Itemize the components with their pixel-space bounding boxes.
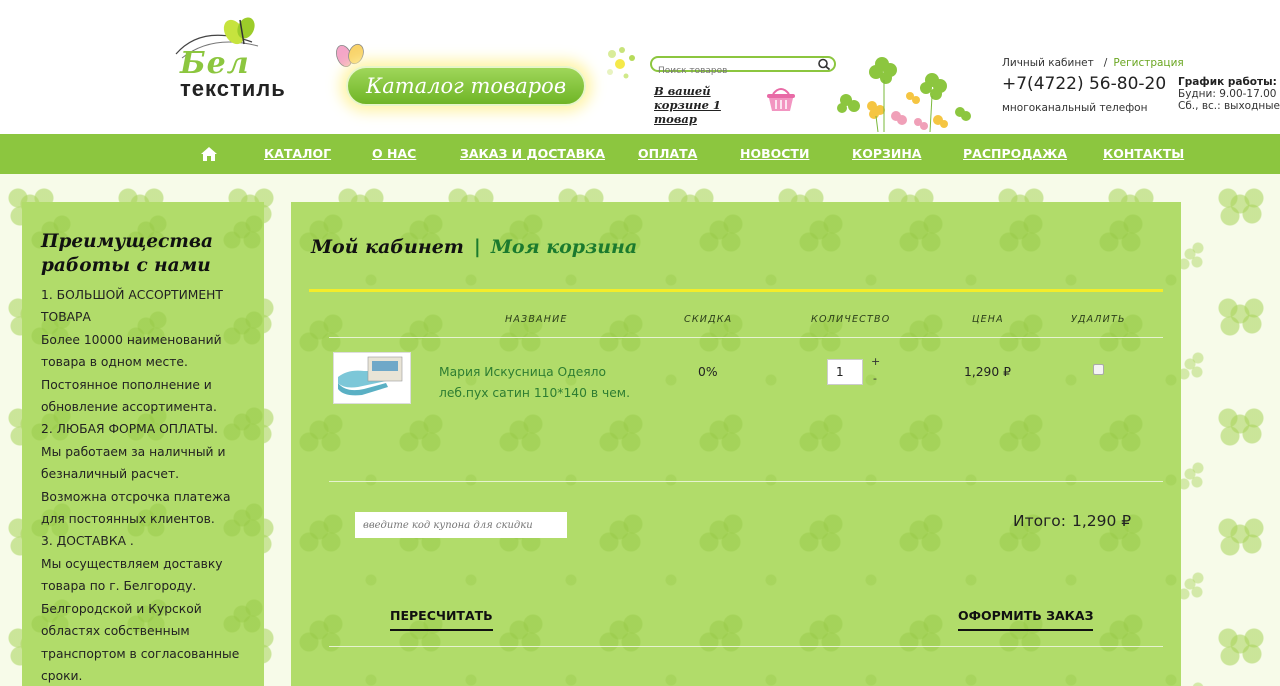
breadcrumb-cart: Моя корзина: [490, 236, 638, 258]
column-header-discount: СКИДКА: [684, 314, 733, 325]
table-divider: [329, 481, 1163, 482]
checkout-button[interactable]: ОФОРМИТЬ ЗАКАЗ: [958, 608, 1094, 631]
account-link[interactable]: Личный кабинет: [1002, 57, 1094, 69]
table-divider: [329, 337, 1163, 338]
main-nav: КАТАЛОГ О НАС ЗАКАЗ И ДОСТАВКА ОПЛАТА НО…: [0, 134, 1280, 174]
sidebar-line: товара в одном месте.: [41, 355, 188, 370]
sidebar-line: областях собственным: [41, 624, 190, 639]
schedule-weekdays: Будни: 9.00-17.00: [1178, 88, 1277, 100]
sidebar-line: товара по г. Белгороду.: [41, 579, 197, 594]
quantity-decrease-button[interactable]: -: [873, 372, 877, 385]
search-box: [650, 56, 836, 77]
decorative-dots-icon: [607, 47, 635, 79]
sidebar-line: Постоянное пополнение и: [41, 377, 212, 392]
sidebar-line: сроки.: [41, 668, 83, 683]
nav-item-payment[interactable]: ОПЛАТА: [638, 146, 697, 161]
advantages-sidebar: Преимущества работы с нами 1. БОЛЬШОЙ АС…: [22, 202, 264, 686]
sidebar-line: для постоянных клиентов.: [41, 512, 215, 527]
sidebar-line: ТОВАРА: [41, 310, 91, 325]
sidebar-line: 1. БОЛЬШОЙ АССОРТИМЕНТ: [41, 288, 223, 302]
total-value: 1,290 ₽: [1071, 512, 1132, 530]
nav-item-catalog[interactable]: КАТАЛОГ: [264, 146, 331, 161]
site-header: Бел текстиль Каталог товаров В вашей кор…: [0, 0, 1280, 134]
logo-text-bottom: текстиль: [180, 76, 286, 101]
account-links: Личный кабинет / Регистрация: [1002, 57, 1184, 69]
basket-icon[interactable]: [764, 84, 798, 114]
catalog-button[interactable]: Каталог товаров: [346, 66, 586, 106]
sidebar-line: безналичный расчет.: [41, 467, 180, 482]
nav-item-delivery[interactable]: ЗАКАЗ И ДОСТАВКА: [460, 146, 605, 161]
heading-divider: [309, 289, 1163, 292]
column-header-delete: УДАЛИТЬ: [1071, 314, 1126, 325]
work-schedule: График работы: Будни: 9.00-17.00 Сб., вс…: [1178, 76, 1280, 112]
account-separator: /: [1103, 57, 1108, 69]
product-image[interactable]: [333, 352, 411, 404]
cart-panel: Мой кабинет | Моя корзина НАЗВАНИЕ СКИДКА …: [291, 202, 1181, 686]
schedule-weekend: Сб., вс.: выходные: [1178, 100, 1280, 112]
table-divider: [329, 646, 1163, 647]
sidebar-line: Мы работаем за наличный и: [41, 444, 226, 459]
schedule-title: График работы:: [1178, 76, 1277, 88]
search-input[interactable]: [652, 65, 812, 77]
register-link[interactable]: Регистрация: [1113, 57, 1183, 69]
sidebar-line: 2. ЛЮБАЯ ФОРМА ОПЛАТЫ.: [41, 422, 218, 437]
recalculate-button[interactable]: ПЕРЕСЧИТАТЬ: [390, 608, 493, 631]
product-price: 1,290 ₽: [964, 365, 1011, 379]
sidebar-line: Мы осуществляем доставку: [41, 556, 223, 571]
home-icon[interactable]: [200, 146, 218, 162]
phone-note: многоканальный телефон: [1002, 102, 1148, 114]
phone-number: +7(4722) 56-80-20: [1002, 74, 1167, 94]
site-logo[interactable]: Бел текстиль: [172, 14, 302, 104]
column-header-name: НАЗВАНИЕ: [505, 314, 568, 325]
sidebar-line: Белгородской и Курской: [41, 601, 202, 616]
sidebar-text: 1. БОЛЬШОЙ АССОРТИМЕНТ ТОВАРА Более 1000…: [41, 284, 246, 686]
sidebar-line: транспортом в согласованные: [41, 646, 240, 661]
column-header-quantity: КОЛИЧЕСТВО: [811, 314, 891, 325]
sidebar-line: Более 10000 наименований: [41, 332, 222, 347]
nav-item-sale[interactable]: РАСПРОДАЖА: [963, 146, 1067, 161]
product-name-link[interactable]: Мария Искусница Одеяло леб.пух сатин 110…: [439, 362, 639, 404]
delete-checkbox[interactable]: [1093, 364, 1104, 375]
sidebar-title: Преимущества работы с нами: [41, 231, 214, 276]
column-header-price: ЦЕНА: [972, 314, 1004, 325]
breadcrumb: Мой кабинет | Моя корзина: [311, 236, 637, 258]
sidebar-line: Возможна отсрочка платежа: [41, 489, 231, 504]
sidebar-line: обновление ассортимента.: [41, 400, 217, 415]
flowers-decoration-icon: [837, 57, 971, 133]
cart-summary-link[interactable]: В вашей корзине 1 товар: [654, 84, 744, 126]
breadcrumb-separator: |: [473, 236, 481, 258]
coupon-input[interactable]: [355, 512, 567, 538]
nav-item-cart[interactable]: КОРЗИНА: [852, 146, 921, 161]
quantity-increase-button[interactable]: +: [871, 355, 880, 368]
breadcrumb-cabinet[interactable]: Мой кабинет: [311, 236, 464, 258]
quantity-input[interactable]: [827, 359, 863, 385]
nav-item-contacts[interactable]: КОНТАКТЫ: [1103, 146, 1184, 161]
sidebar-line: 3. ДОСТАВКА .: [41, 534, 134, 549]
nav-item-news[interactable]: НОВОСТИ: [740, 146, 809, 161]
search-icon[interactable]: [817, 58, 831, 70]
product-discount: 0%: [698, 365, 718, 379]
nav-item-about[interactable]: О НАС: [372, 146, 416, 161]
cart-total: Итого: 1,290 ₽: [1013, 512, 1131, 530]
product-thumbnail: [338, 356, 403, 396]
total-label: Итого:: [1013, 512, 1066, 530]
